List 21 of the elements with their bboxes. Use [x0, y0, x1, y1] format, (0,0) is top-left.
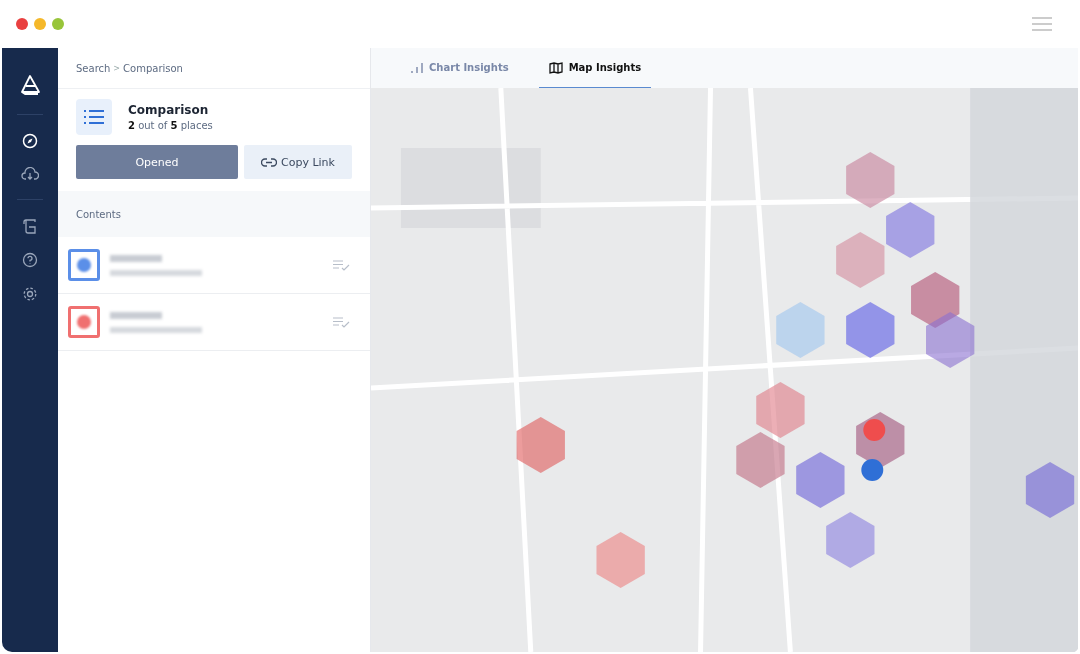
close-window-button[interactable] [16, 18, 28, 30]
copy-link-button[interactable]: Copy Link [244, 145, 352, 179]
checklist-icon[interactable] [333, 259, 350, 271]
map-icon [548, 61, 563, 74]
compass-icon[interactable] [22, 133, 38, 149]
link-icon [261, 157, 278, 167]
list-icon [84, 110, 104, 124]
places-count: 2 out of 5 places [128, 120, 213, 131]
view-tab[interactable]: Chart Insights [401, 48, 519, 88]
opened-button[interactable]: Opened [76, 145, 238, 179]
comparison-title: Comparison [128, 103, 210, 117]
cloud-download-icon[interactable] [21, 167, 39, 181]
contents-heading: Contents [76, 208, 121, 220]
bar-chart-icon [411, 61, 423, 74]
breadcrumb-link[interactable]: Search [76, 62, 111, 74]
settings-icon[interactable] [22, 286, 38, 302]
logo-icon[interactable] [19, 74, 41, 96]
checklist-icon[interactable] [333, 316, 350, 328]
help-icon[interactable] [22, 252, 38, 268]
breadcrumb-separator: > [113, 63, 121, 73]
breadcrumb-current: Comparison [123, 62, 183, 74]
